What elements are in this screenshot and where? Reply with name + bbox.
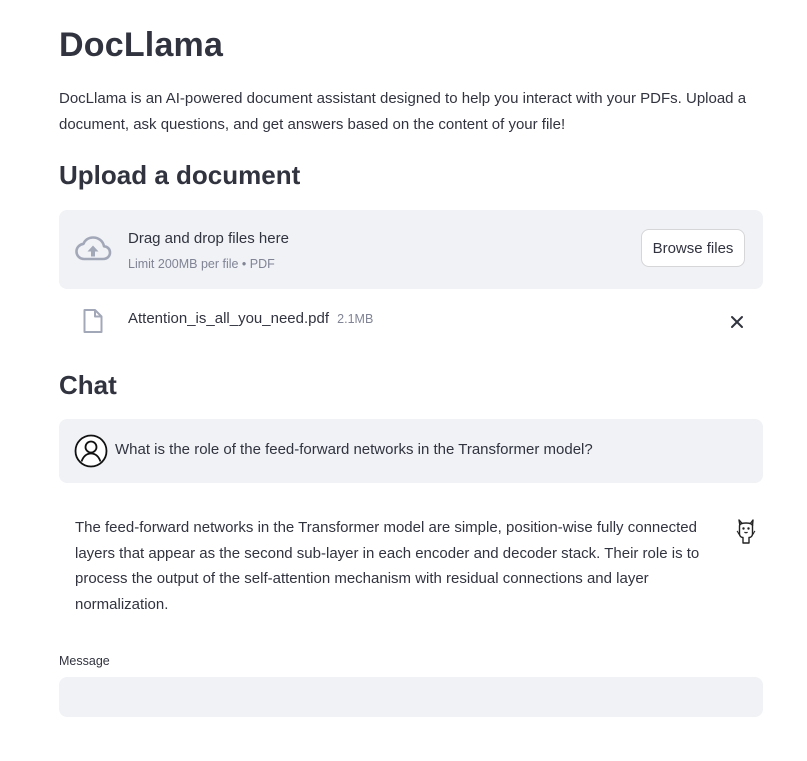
cloud-upload-icon bbox=[75, 236, 112, 261]
llama-avatar-icon bbox=[736, 519, 756, 544]
file-name: Attention_is_all_you_need.pdf 2.1MB bbox=[128, 310, 373, 327]
upload-heading: Upload a document bbox=[59, 160, 301, 190]
file-size: 2.1MB bbox=[337, 312, 374, 326]
user-message-text: What is the role of the feed-forward net… bbox=[115, 441, 593, 458]
app-description: DocLlama is an AI-powered document assis… bbox=[59, 90, 747, 133]
close-icon bbox=[731, 316, 743, 328]
chat-heading: Chat bbox=[59, 370, 117, 400]
dropzone-title: Drag and drop files here bbox=[128, 230, 289, 247]
file-dropzone[interactable]: Drag and drop files here Limit 200MB per… bbox=[59, 210, 763, 289]
uploaded-file: Attention_is_all_you_need.pdf 2.1MB bbox=[59, 300, 763, 340]
file-icon bbox=[83, 309, 103, 333]
message-label: Message bbox=[59, 654, 110, 668]
remove-file-button[interactable] bbox=[725, 310, 749, 334]
page-title: DocLlama bbox=[59, 26, 224, 64]
dropzone-limit: Limit 200MB per file • PDF bbox=[128, 257, 275, 271]
browse-files-button[interactable]: Browse files bbox=[641, 229, 745, 267]
user-avatar-icon bbox=[74, 434, 108, 468]
file-name-text: Attention_is_all_you_need.pdf bbox=[128, 310, 329, 327]
chat-message-user: What is the role of the feed-forward net… bbox=[59, 419, 763, 483]
assistant-message-text: The feed-forward networks in the Transfo… bbox=[75, 519, 700, 613]
chat-message-assistant: The feed-forward networks in the Transfo… bbox=[59, 500, 763, 630]
message-input[interactable] bbox=[59, 677, 763, 717]
